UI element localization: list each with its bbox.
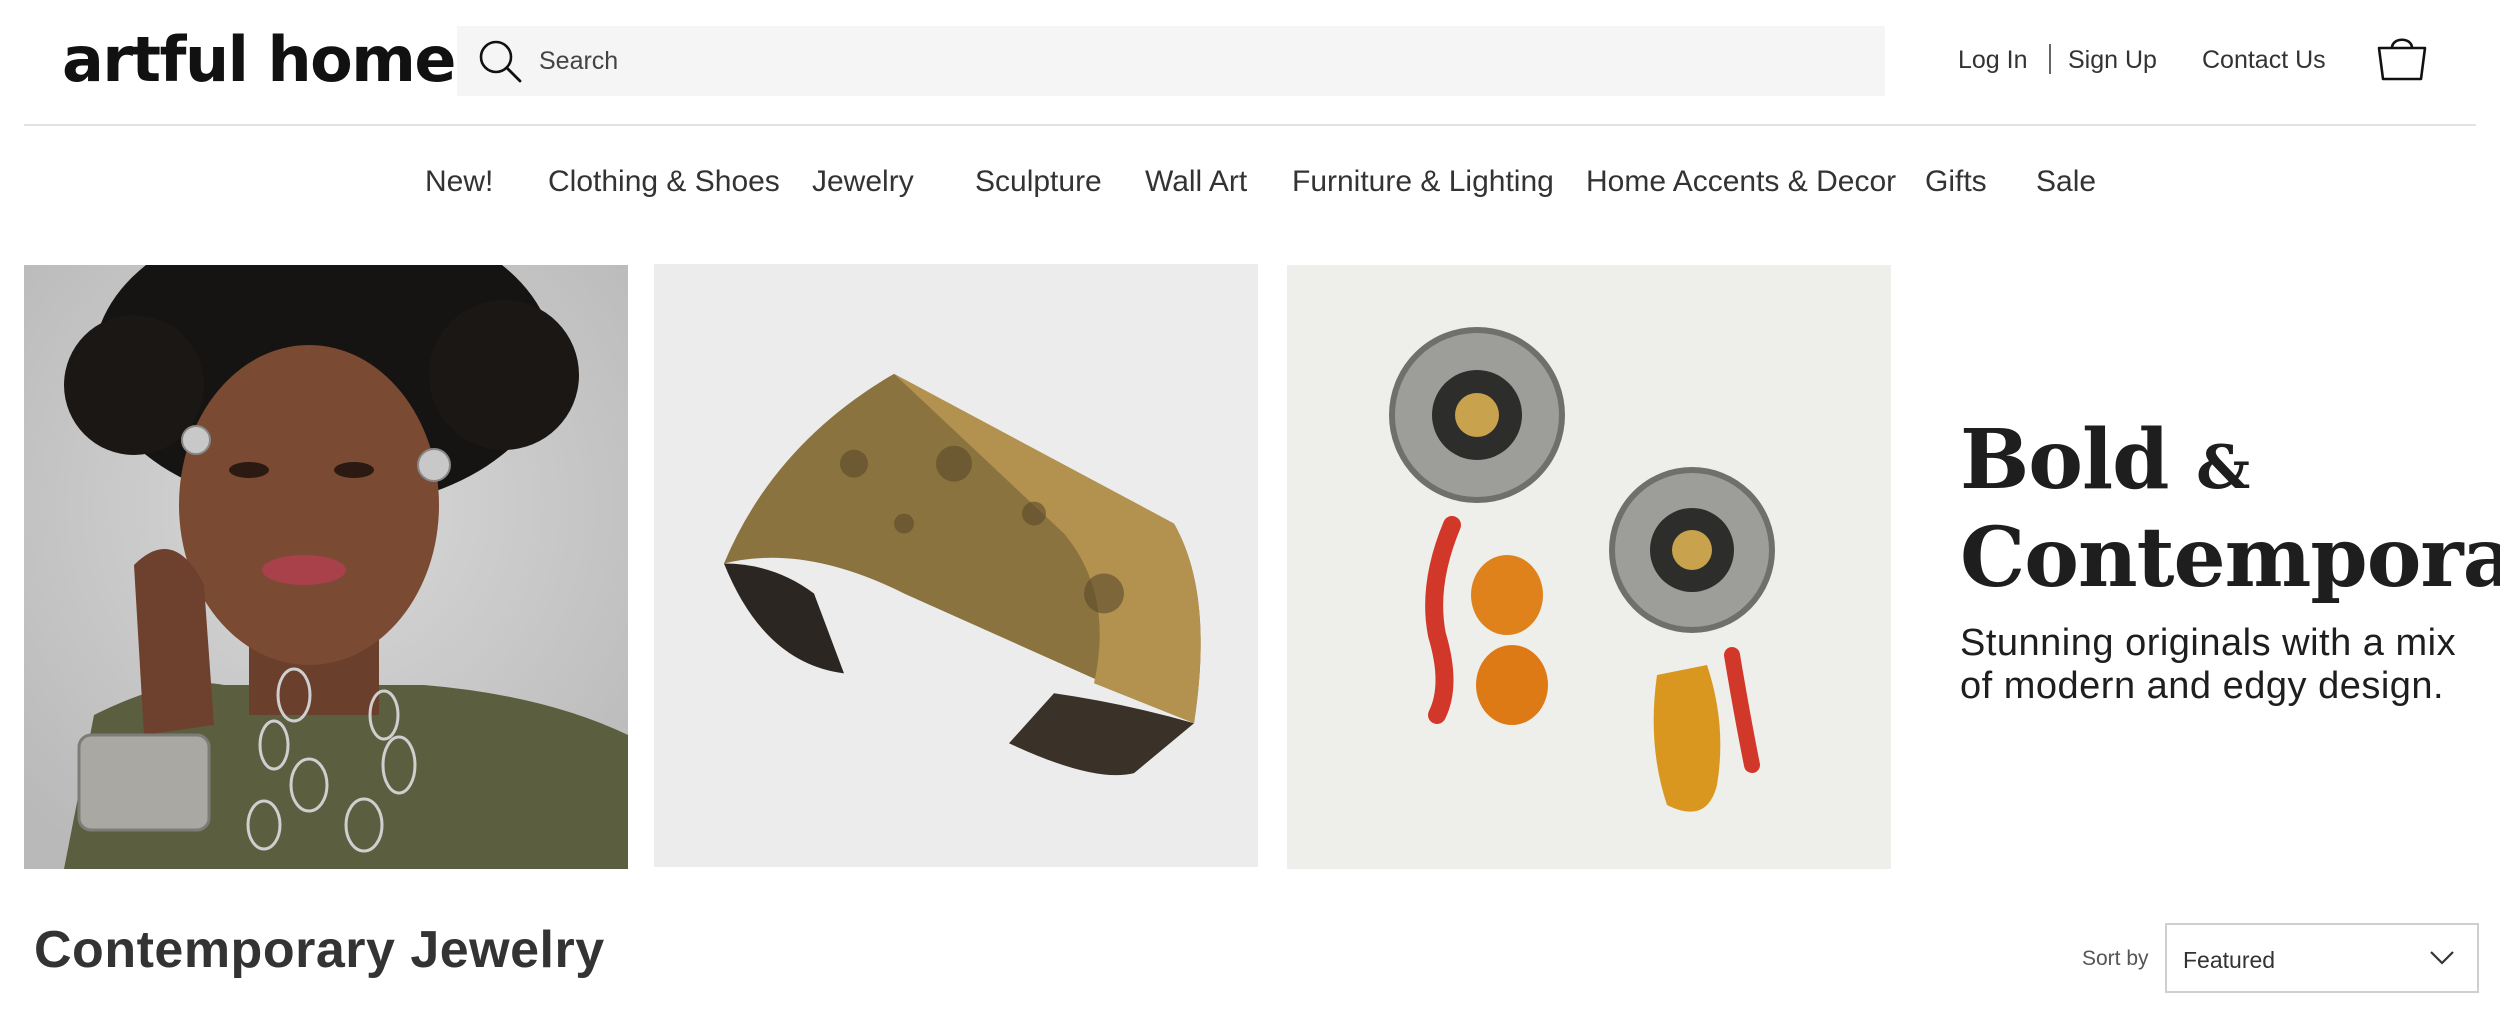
sort-selected-value: Featured: [2183, 947, 2276, 973]
nav-item-gifts[interactable]: Gifts: [1925, 162, 1987, 202]
hero-title-line2: Contemporary: [1960, 510, 2500, 606]
hero-image-earrings: [1287, 265, 1891, 869]
search-icon[interactable]: [475, 36, 525, 86]
sort-label: Sort by: [2082, 947, 2149, 970]
nav-item-sculpture[interactable]: Sculpture: [975, 162, 1102, 202]
hero-image-cuff: [654, 264, 1258, 867]
hero-title-line1: Bold: [1960, 412, 2169, 508]
signup-link[interactable]: Sign Up: [2068, 42, 2157, 78]
hero-subtitle: Stunning originals with a mix of modern …: [1960, 622, 2457, 707]
site-logo[interactable]: artful home: [62, 24, 456, 96]
nav-item-new[interactable]: New!: [425, 162, 493, 202]
login-link[interactable]: Log In: [1958, 42, 2028, 78]
shopping-bag-icon[interactable]: [2375, 34, 2429, 82]
divider: [2049, 44, 2051, 74]
nav-item-sale[interactable]: Sale: [2036, 162, 2096, 202]
page-title: Contemporary Jewelry: [34, 921, 605, 979]
hero-image-model: [24, 265, 628, 869]
nav-item-clothing-shoes[interactable]: Clothing & Shoes: [548, 162, 780, 202]
nav-item-wall-art[interactable]: Wall Art: [1145, 162, 1247, 202]
search-bar[interactable]: [457, 26, 1885, 96]
contact-us-link[interactable]: Contact Us: [2202, 42, 2326, 78]
nav-item-jewelry[interactable]: Jewelry: [812, 162, 914, 202]
header-divider: [24, 124, 2476, 126]
search-input[interactable]: [539, 26, 1859, 96]
nav-item-home-accents-decor[interactable]: Home Accents & Decor: [1586, 162, 1896, 202]
sort-dropdown[interactable]: Featured: [2165, 923, 2479, 993]
nav-item-furniture-lighting[interactable]: Furniture & Lighting: [1292, 162, 1554, 202]
chevron-down-icon: [2430, 951, 2454, 965]
hero-title-ampersand: &: [2196, 433, 2250, 503]
hero-title: Bold & Contemporary: [1960, 415, 2500, 603]
